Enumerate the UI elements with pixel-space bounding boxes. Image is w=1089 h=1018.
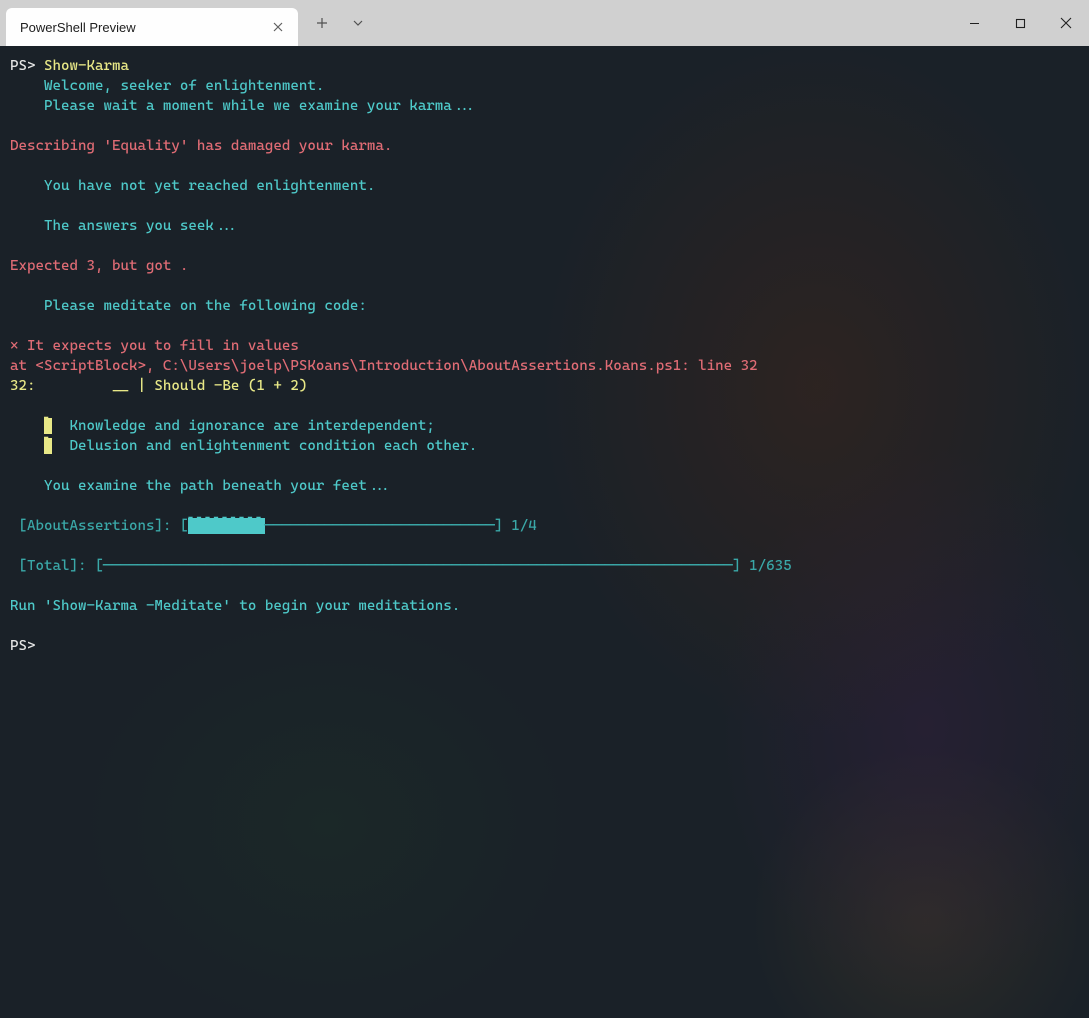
- progress-empty: ───────────────────────────: [265, 518, 494, 534]
- progress-empty: ────────────────────────────────────────…: [103, 558, 732, 574]
- output-line: You examine the path beneath your feet..…: [10, 478, 392, 494]
- progress-fill: ▌▌▌▌▌▌▌▌▌: [188, 518, 264, 534]
- tab-powershell[interactable]: PowerShell Preview: [6, 8, 298, 46]
- koan-line: Knowledge and ignorance are interdepende…: [69, 418, 434, 434]
- maximize-button[interactable]: [997, 0, 1043, 46]
- code-line: 32: __ | Should -Be (1 + 2): [10, 378, 307, 394]
- error-line: Expected 3, but got .: [10, 258, 188, 274]
- terminal-pane[interactable]: PS> Show-Karma Welcome, seeker of enligh…: [0, 46, 1089, 1018]
- output-line: Please wait a moment while we examine yo…: [10, 98, 477, 114]
- koan-line: Delusion and enlightenment condition eac…: [69, 438, 477, 454]
- output-line: The answers you seek...: [10, 218, 239, 234]
- error-line: at <ScriptBlock>, C:\Users\joelp\PSKoans…: [10, 358, 758, 374]
- prompt: PS>: [10, 638, 36, 654]
- close-tab-icon[interactable]: [270, 19, 286, 35]
- progress-end: ] 1/635: [732, 558, 791, 574]
- tab-title: PowerShell Preview: [20, 20, 136, 35]
- koan-bar-icon: ▌: [44, 418, 53, 434]
- output-line: You have not yet reached enlightenment.: [10, 178, 375, 194]
- new-tab-button[interactable]: [304, 5, 340, 41]
- title-bar: PowerShell Preview: [0, 0, 1089, 46]
- output-line: Welcome, seeker of enlightenment.: [10, 78, 324, 94]
- tab-controls: [304, 5, 376, 41]
- tab-dropdown-button[interactable]: [340, 5, 376, 41]
- close-window-button[interactable]: [1043, 0, 1089, 46]
- progress-label: [AboutAssertions]: [: [10, 518, 188, 534]
- window-controls: [951, 0, 1089, 46]
- error-line: Describing 'Equality' has damaged your k…: [10, 138, 392, 154]
- progress-end: ] 1/4: [494, 518, 536, 534]
- output-line: Please meditate on the following code:: [10, 298, 367, 314]
- koan-bar-icon: ▌: [44, 438, 53, 454]
- tab-area: PowerShell Preview: [0, 0, 376, 46]
- error-line: × It expects you to fill in values: [10, 338, 299, 354]
- output-line: Run 'Show-Karma -Meditate' to begin your…: [10, 598, 460, 614]
- prompt: PS>: [10, 58, 36, 74]
- command-text: Show-Karma: [44, 58, 129, 74]
- progress-label: [Total]: [: [10, 558, 103, 574]
- minimize-button[interactable]: [951, 0, 997, 46]
